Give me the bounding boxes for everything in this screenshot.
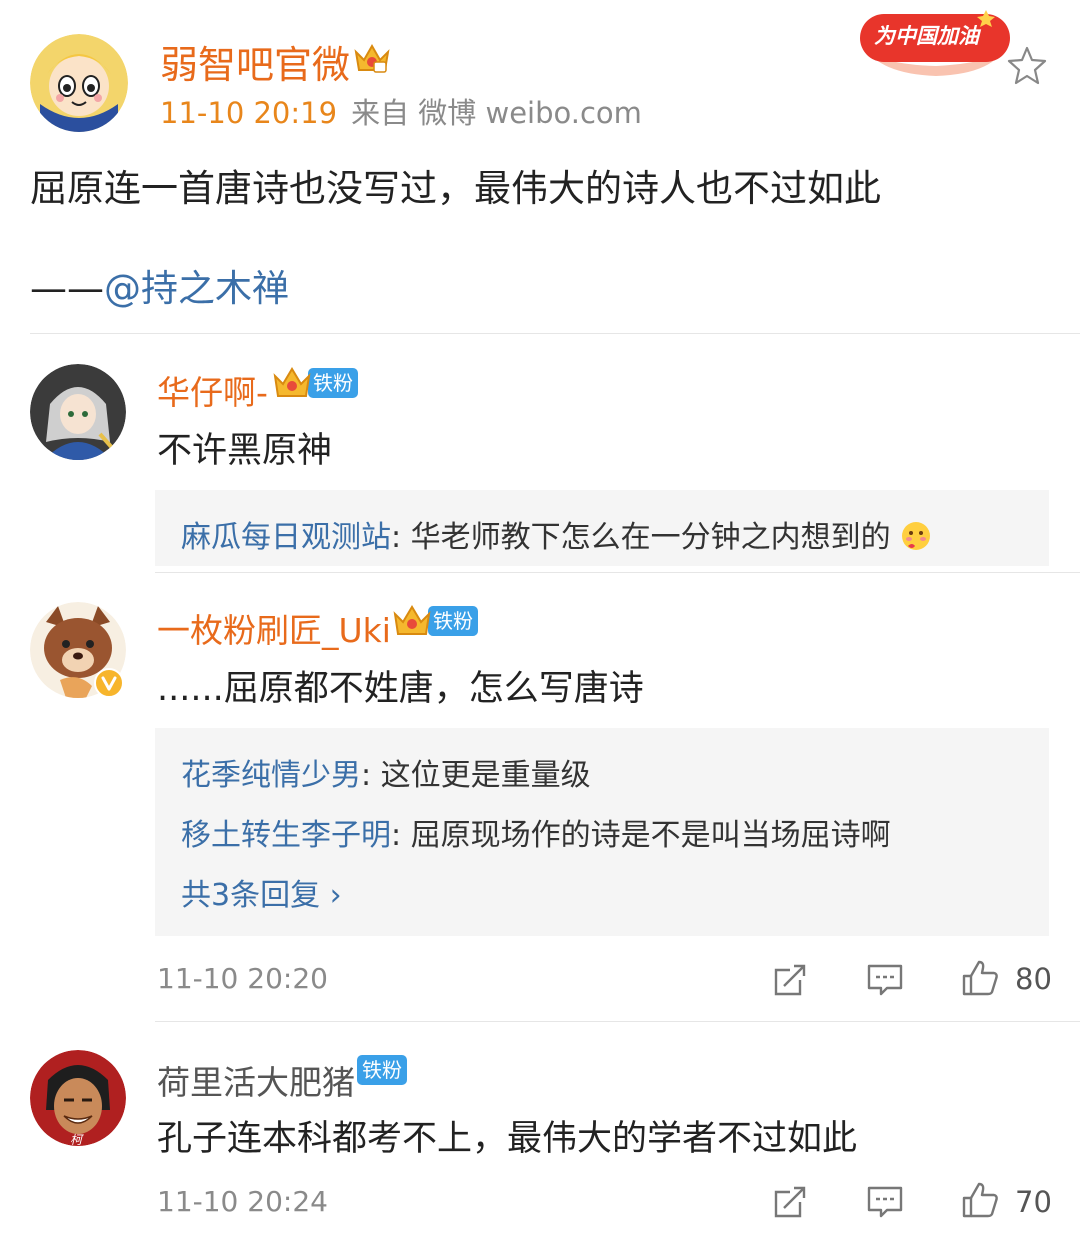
post-signature: ——@持之木禅	[30, 258, 289, 312]
like-icon[interactable]	[960, 958, 1000, 998]
comment-avatar[interactable]	[30, 364, 126, 460]
iron-fan-badge: 铁粉	[357, 1055, 407, 1085]
divider	[155, 572, 1080, 573]
iron-fan-badge: 铁粉	[308, 368, 358, 398]
comment-author-name[interactable]: 一枚粉刷匠_Uki	[157, 604, 391, 652]
reply-text: 华老师教下怎么在一分钟之内想到的	[410, 520, 891, 555]
reply-text: 屈原现场作的诗是不是叫当场屈诗啊	[410, 818, 891, 853]
reply-separator: :	[391, 818, 411, 853]
reply-separator: :	[391, 520, 411, 555]
comment-icon[interactable]	[865, 960, 905, 1000]
reply-item[interactable]: 移土转生李子明: 屈原现场作的诗是不是叫当场屈诗啊	[181, 810, 891, 854]
like-icon[interactable]	[960, 1180, 1000, 1220]
post-time: 11-10 20:19	[160, 96, 338, 130]
post-source: 来自 微博 weibo.com	[351, 96, 642, 130]
divider	[155, 1021, 1080, 1022]
svg-text:柯: 柯	[70, 1133, 84, 1146]
iron-fan-badge: 铁粉	[428, 606, 478, 636]
comment-avatar[interactable]: 柯	[30, 1050, 126, 1146]
share-icon[interactable]	[770, 960, 810, 1000]
fan-badge: 铁粉	[357, 1055, 407, 1085]
reply-separator: :	[361, 758, 381, 793]
comment-text: 不许黑原神	[157, 431, 333, 471]
fan-badge: 铁粉	[392, 602, 478, 640]
reply-author[interactable]: 花季纯情少男	[181, 758, 361, 793]
comment-author-name[interactable]: 荷里活大肥猪	[157, 1056, 355, 1104]
reply-author[interactable]: 移土转生李子明	[181, 818, 391, 853]
more-replies-link[interactable]: 共3条回复 ›	[181, 870, 342, 914]
blush-emoji-icon	[902, 522, 931, 550]
reply-box[interactable]: 花季纯情少男: 这位更是重量级 移土转生李子明: 屈原现场作的诗是不是叫当场屈诗…	[155, 728, 1049, 936]
reply-item[interactable]: 花季纯情少男: 这位更是重量级	[181, 750, 591, 794]
star-icon[interactable]	[1006, 44, 1048, 86]
mention-link[interactable]: @持之木禅	[104, 267, 289, 310]
post-author-name[interactable]: 弱智吧官微	[160, 34, 350, 89]
comment-text: ......屈原都不姓唐，怎么写唐诗	[157, 669, 644, 709]
crown-icon	[273, 367, 311, 397]
crown-icon	[393, 605, 431, 635]
share-icon[interactable]	[770, 1182, 810, 1222]
campaign-badge[interactable]: 为中国加油	[856, 4, 1016, 82]
like-count: 70	[1015, 1185, 1052, 1219]
fan-badge: 铁粉	[272, 364, 358, 402]
post-meta: 11-10 20:19 来自 微博 weibo.com	[160, 90, 642, 132]
reply-author[interactable]: 麻瓜每日观测站	[181, 520, 391, 555]
post-author-avatar[interactable]	[30, 34, 128, 132]
reply-item[interactable]: 麻瓜每日观测站: 华老师教下怎么在一分钟之内想到的	[181, 512, 932, 556]
like-count: 80	[1015, 962, 1052, 996]
comment-time: 11-10 20:24	[157, 1185, 328, 1218]
reply-text: 这位更是重量级	[380, 758, 591, 793]
comment-icon[interactable]	[865, 1182, 905, 1222]
verified-icon	[94, 668, 124, 698]
divider	[30, 333, 1080, 334]
reply-box[interactable]: 麻瓜每日观测站: 华老师教下怎么在一分钟之内想到的	[155, 490, 1049, 566]
campaign-text: 为中国加油	[874, 24, 979, 48]
post-text: 屈原连一首唐诗也没写过，最伟大的诗人也不过如此	[30, 167, 881, 210]
crown-icon	[354, 43, 390, 73]
signature-dash: ——	[30, 267, 104, 310]
comment-author-name[interactable]: 华仔啊-	[157, 366, 268, 414]
comment-text: 孔子连本科都考不上，最伟大的学者不过如此	[157, 1119, 858, 1159]
comment-time: 11-10 20:20	[157, 962, 328, 995]
